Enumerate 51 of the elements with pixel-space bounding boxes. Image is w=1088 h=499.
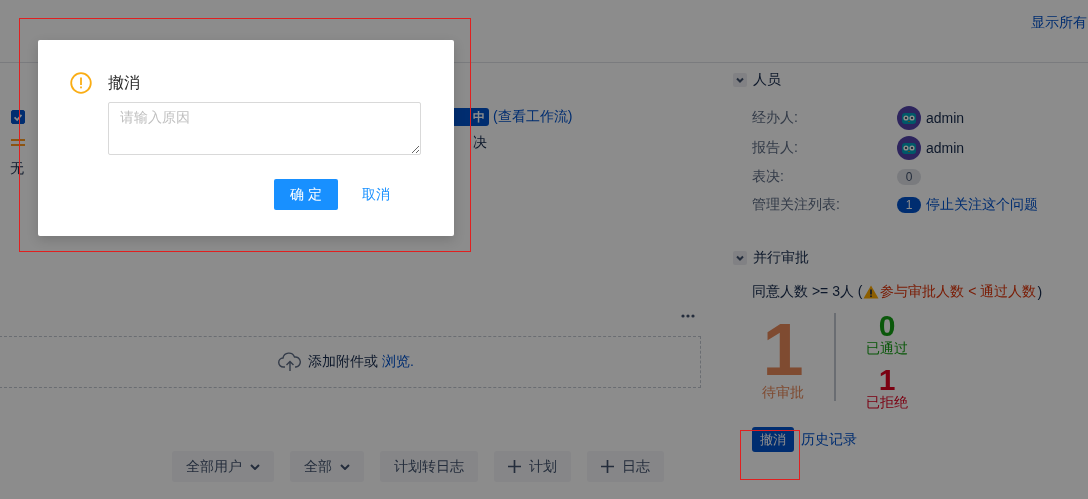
warning-icon bbox=[863, 285, 880, 299]
chevron-down-icon[interactable] bbox=[733, 251, 747, 265]
field-label: 管理关注列表: bbox=[752, 196, 841, 214]
cloud-upload-icon bbox=[278, 352, 303, 372]
rule-text: 同意人数 >= 3人 ( bbox=[752, 283, 863, 301]
attachment-dropzone[interactable]: 添加附件或 浏览. bbox=[0, 336, 701, 388]
field-label: 报告人: bbox=[752, 139, 799, 157]
filter-dropdown[interactable]: 全部 bbox=[290, 451, 364, 482]
user-name: admin bbox=[926, 140, 965, 156]
cancel-button[interactable]: 取消 bbox=[346, 179, 406, 210]
priority-icon bbox=[11, 138, 25, 148]
chevron-down-icon bbox=[250, 463, 260, 470]
show-all-link[interactable]: 显示所有 bbox=[1031, 13, 1087, 62]
resolution-text: 决 bbox=[473, 134, 487, 152]
stop-watching-link[interactable]: 停止关注这个问题 bbox=[926, 196, 1038, 214]
section-title: 并行审批 bbox=[753, 249, 809, 267]
passed-count: 0 bbox=[878, 313, 896, 339]
chevron-down-icon[interactable] bbox=[733, 73, 747, 87]
revoke-button[interactable]: 撤消 bbox=[752, 427, 794, 452]
user-name: admin bbox=[926, 110, 965, 126]
history-link[interactable]: 历史记录 bbox=[801, 430, 857, 449]
pending-count: 1 bbox=[762, 317, 804, 383]
plus-icon bbox=[508, 460, 521, 473]
pending-label: 待审批 bbox=[762, 383, 804, 401]
field-label: 经办人: bbox=[752, 109, 799, 127]
browse-link[interactable]: 浏览. bbox=[382, 353, 414, 371]
toolbar-button[interactable]: 计划转日志 bbox=[380, 451, 478, 482]
rejected-label: 已拒绝 bbox=[866, 393, 908, 411]
dialog-title: 撤消 bbox=[108, 72, 140, 93]
highlight-frame bbox=[740, 430, 800, 480]
filter-dropdown[interactable]: 全部用户 bbox=[172, 451, 274, 482]
rule-text: ) bbox=[1037, 284, 1043, 300]
passed-label: 已通过 bbox=[866, 339, 908, 357]
attachment-text: 添加附件或 bbox=[308, 353, 379, 371]
warning-text: 参与审批人数 < 通过人数 bbox=[880, 283, 1037, 301]
warning-icon bbox=[70, 72, 92, 94]
watcher-count[interactable]: 1 bbox=[897, 197, 921, 213]
rejected-count: 1 bbox=[878, 367, 896, 393]
toolbar-button[interactable]: 计划 bbox=[494, 451, 571, 482]
section-title: 人员 bbox=[753, 71, 781, 89]
chevron-down-icon bbox=[340, 463, 350, 470]
owl-avatar-icon bbox=[897, 136, 921, 160]
field-label: 表决: bbox=[752, 168, 785, 186]
toolbar-button[interactable]: 日志 bbox=[587, 451, 664, 482]
vote-count: 0 bbox=[897, 169, 921, 185]
owl-avatar-icon bbox=[897, 106, 921, 130]
reason-field[interactable]: 请输入原因 bbox=[108, 102, 421, 155]
confirm-button[interactable]: 确 定 bbox=[274, 179, 338, 210]
workflow-link[interactable]: (查看工作流) bbox=[493, 108, 573, 126]
more-icon[interactable] bbox=[681, 314, 695, 318]
plus-icon bbox=[601, 460, 614, 473]
